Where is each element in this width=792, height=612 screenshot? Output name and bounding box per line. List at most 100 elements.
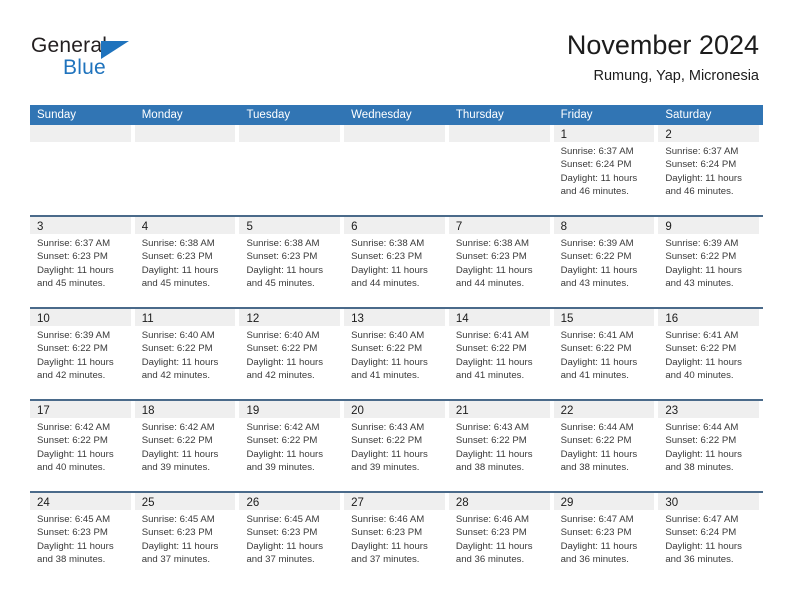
day-details: Sunrise: 6:40 AM Sunset: 6:22 PM Dayligh…: [344, 326, 445, 383]
day-cell[interactable]: 21 Sunrise: 6:43 AM Sunset: 6:22 PM Dayl…: [448, 401, 554, 491]
day-cell[interactable]: 17 Sunrise: 6:42 AM Sunset: 6:22 PM Dayl…: [30, 401, 135, 491]
day-cell[interactable]: 27 Sunrise: 6:46 AM Sunset: 6:23 PM Dayl…: [344, 493, 449, 583]
daylight-text: Daylight: 11 hours and 37 minutes.: [246, 540, 324, 566]
sunrise-text: Sunrise: 6:37 AM: [37, 238, 111, 249]
day-number: 26: [246, 497, 260, 509]
day-details: Sunrise: 6:43 AM Sunset: 6:22 PM Dayligh…: [449, 418, 550, 475]
day-cell[interactable]: 10 Sunrise: 6:39 AM Sunset: 6:22 PM Dayl…: [30, 309, 135, 399]
daylight-text: Daylight: 11 hours and 36 minutes.: [455, 540, 533, 566]
day-cell[interactable]: 23 Sunrise: 6:44 AM Sunset: 6:22 PM Dayl…: [658, 401, 764, 491]
day-cell[interactable]: 19 Sunrise: 6:42 AM Sunset: 6:22 PM Dayl…: [239, 401, 345, 491]
day-cell[interactable]: 28 Sunrise: 6:46 AM Sunset: 6:23 PM Dayl…: [448, 493, 554, 583]
day-cell[interactable]: 8 Sunrise: 6:39 AM Sunset: 6:22 PM Dayli…: [553, 217, 659, 307]
sunset-text: Sunset: 6:24 PM: [665, 159, 737, 171]
sunrise-text: Sunrise: 6:41 AM: [560, 330, 634, 341]
sunset-text: Sunset: 6:22 PM: [141, 343, 213, 355]
day-number-band: 18: [134, 401, 236, 418]
day-cell[interactable]: 6 Sunrise: 6:38 AM Sunset: 6:23 PM Dayli…: [344, 217, 449, 307]
sunrise-text: Sunrise: 6:44 AM: [665, 422, 739, 433]
day-cell[interactable]: 29 Sunrise: 6:47 AM Sunset: 6:23 PM Dayl…: [553, 493, 659, 583]
daylight-text: Daylight: 11 hours and 46 minutes.: [560, 172, 638, 198]
day-number: 22: [560, 405, 574, 417]
day-number-band: 7: [448, 217, 550, 234]
day-cell[interactable]: 18 Sunrise: 6:42 AM Sunset: 6:22 PM Dayl…: [134, 401, 240, 491]
sunrise-text: Sunrise: 6:46 AM: [455, 514, 529, 525]
sunrise-text: Sunrise: 6:47 AM: [665, 514, 739, 525]
sunset-text: Sunset: 6:24 PM: [665, 527, 737, 539]
day-cell[interactable]: 24 Sunrise: 6:45 AM Sunset: 6:23 PM Dayl…: [30, 493, 135, 583]
day-number: 24: [37, 497, 50, 509]
weekday-monday: Monday: [141, 109, 183, 121]
day-number: 6: [351, 221, 358, 233]
day-number-band: 28: [448, 493, 550, 510]
daylight-text: Daylight: 11 hours and 44 minutes.: [351, 264, 428, 290]
day-number-band: 9: [658, 217, 760, 234]
day-cell[interactable]: 5 Sunrise: 6:38 AM Sunset: 6:23 PM Dayli…: [239, 217, 345, 307]
day-cell[interactable]: 15 Sunrise: 6:41 AM Sunset: 6:22 PM Dayl…: [553, 309, 659, 399]
daylight-text: Daylight: 11 hours and 42 minutes.: [141, 356, 219, 382]
day-cell[interactable]: 13 Sunrise: 6:40 AM Sunset: 6:22 PM Dayl…: [344, 309, 449, 399]
week-row: 3 Sunrise: 6:37 AM Sunset: 6:23 PM Dayli…: [30, 215, 764, 307]
day-details: Sunrise: 6:40 AM Sunset: 6:22 PM Dayligh…: [239, 326, 340, 383]
day-number-band: 30: [658, 493, 760, 510]
day-cell[interactable]: 20 Sunrise: 6:43 AM Sunset: 6:22 PM Dayl…: [344, 401, 449, 491]
day-cell[interactable]: 2 Sunrise: 6:37 AM Sunset: 6:24 PM Dayli…: [658, 125, 764, 215]
day-details: Sunrise: 6:42 AM Sunset: 6:22 PM Dayligh…: [30, 418, 131, 475]
day-number: 2: [665, 129, 672, 141]
day-details: Sunrise: 6:42 AM Sunset: 6:22 PM Dayligh…: [135, 418, 236, 475]
day-cell[interactable]: 25 Sunrise: 6:45 AM Sunset: 6:23 PM Dayl…: [134, 493, 240, 583]
day-number: 17: [37, 405, 50, 417]
sunset-text: Sunset: 6:23 PM: [351, 527, 423, 539]
sunrise-text: Sunrise: 6:47 AM: [560, 514, 634, 525]
day-details: Sunrise: 6:38 AM Sunset: 6:23 PM Dayligh…: [449, 234, 550, 291]
daylight-text: Daylight: 11 hours and 41 minutes.: [560, 356, 638, 382]
sunrise-text: Sunrise: 6:42 AM: [141, 422, 215, 433]
day-cell[interactable]: 12 Sunrise: 6:40 AM Sunset: 6:22 PM Dayl…: [239, 309, 345, 399]
day-number-band: [344, 125, 445, 142]
day-cell[interactable]: 4 Sunrise: 6:38 AM Sunset: 6:23 PM Dayli…: [134, 217, 240, 307]
day-number: 16: [665, 313, 679, 325]
day-number-band: 13: [344, 309, 445, 326]
weekday-sunday: Sunday: [37, 109, 77, 121]
day-number: 5: [246, 221, 253, 233]
day-cell[interactable]: 7 Sunrise: 6:38 AM Sunset: 6:23 PM Dayli…: [448, 217, 554, 307]
day-details: Sunrise: 6:47 AM Sunset: 6:24 PM Dayligh…: [658, 510, 759, 567]
day-number: 1: [560, 129, 567, 141]
sunrise-text: Sunrise: 6:38 AM: [246, 238, 320, 249]
day-number-band: 4: [134, 217, 236, 234]
day-number-band: 22: [553, 401, 655, 418]
day-number-band: 21: [448, 401, 550, 418]
day-number-band: 26: [239, 493, 341, 510]
day-number: 20: [351, 405, 364, 417]
sunset-text: Sunset: 6:23 PM: [246, 251, 318, 263]
sunrise-text: Sunrise: 6:45 AM: [37, 514, 111, 525]
day-number: 13: [351, 313, 364, 325]
sunset-text: Sunset: 6:22 PM: [141, 435, 213, 447]
sunrise-text: Sunrise: 6:38 AM: [455, 238, 529, 249]
day-cell[interactable]: 22 Sunrise: 6:44 AM Sunset: 6:22 PM Dayl…: [553, 401, 659, 491]
day-cell: [30, 125, 135, 215]
day-details: Sunrise: 6:43 AM Sunset: 6:22 PM Dayligh…: [344, 418, 445, 475]
day-cell[interactable]: 3 Sunrise: 6:37 AM Sunset: 6:23 PM Dayli…: [30, 217, 135, 307]
day-cell[interactable]: 26 Sunrise: 6:45 AM Sunset: 6:23 PM Dayl…: [239, 493, 345, 583]
day-number-band: 16: [658, 309, 760, 326]
day-number-band: 8: [553, 217, 655, 234]
day-cell[interactable]: 1 Sunrise: 6:37 AM Sunset: 6:24 PM Dayli…: [553, 125, 659, 215]
day-cell[interactable]: 11 Sunrise: 6:40 AM Sunset: 6:22 PM Dayl…: [134, 309, 240, 399]
day-number-band: 23: [658, 401, 760, 418]
day-cell[interactable]: 14 Sunrise: 6:41 AM Sunset: 6:22 PM Dayl…: [448, 309, 554, 399]
weekday-thursday: Thursday: [455, 109, 504, 121]
day-cell[interactable]: 16 Sunrise: 6:41 AM Sunset: 6:22 PM Dayl…: [658, 309, 764, 399]
sunrise-text: Sunrise: 6:41 AM: [455, 330, 529, 341]
day-details: Sunrise: 6:41 AM Sunset: 6:22 PM Dayligh…: [449, 326, 550, 383]
day-number: 12: [246, 313, 260, 325]
weekday-friday: Friday: [560, 109, 593, 121]
day-cell[interactable]: 9 Sunrise: 6:39 AM Sunset: 6:22 PM Dayli…: [658, 217, 764, 307]
sunset-text: Sunset: 6:23 PM: [37, 527, 108, 539]
day-number-band: 5: [239, 217, 341, 234]
general-blue-logo: General Blue: [31, 34, 151, 82]
day-details: Sunrise: 6:41 AM Sunset: 6:22 PM Dayligh…: [658, 326, 759, 383]
sunrise-text: Sunrise: 6:45 AM: [141, 514, 215, 525]
day-cell[interactable]: 30 Sunrise: 6:47 AM Sunset: 6:24 PM Dayl…: [658, 493, 764, 583]
day-number-band: [448, 125, 550, 142]
